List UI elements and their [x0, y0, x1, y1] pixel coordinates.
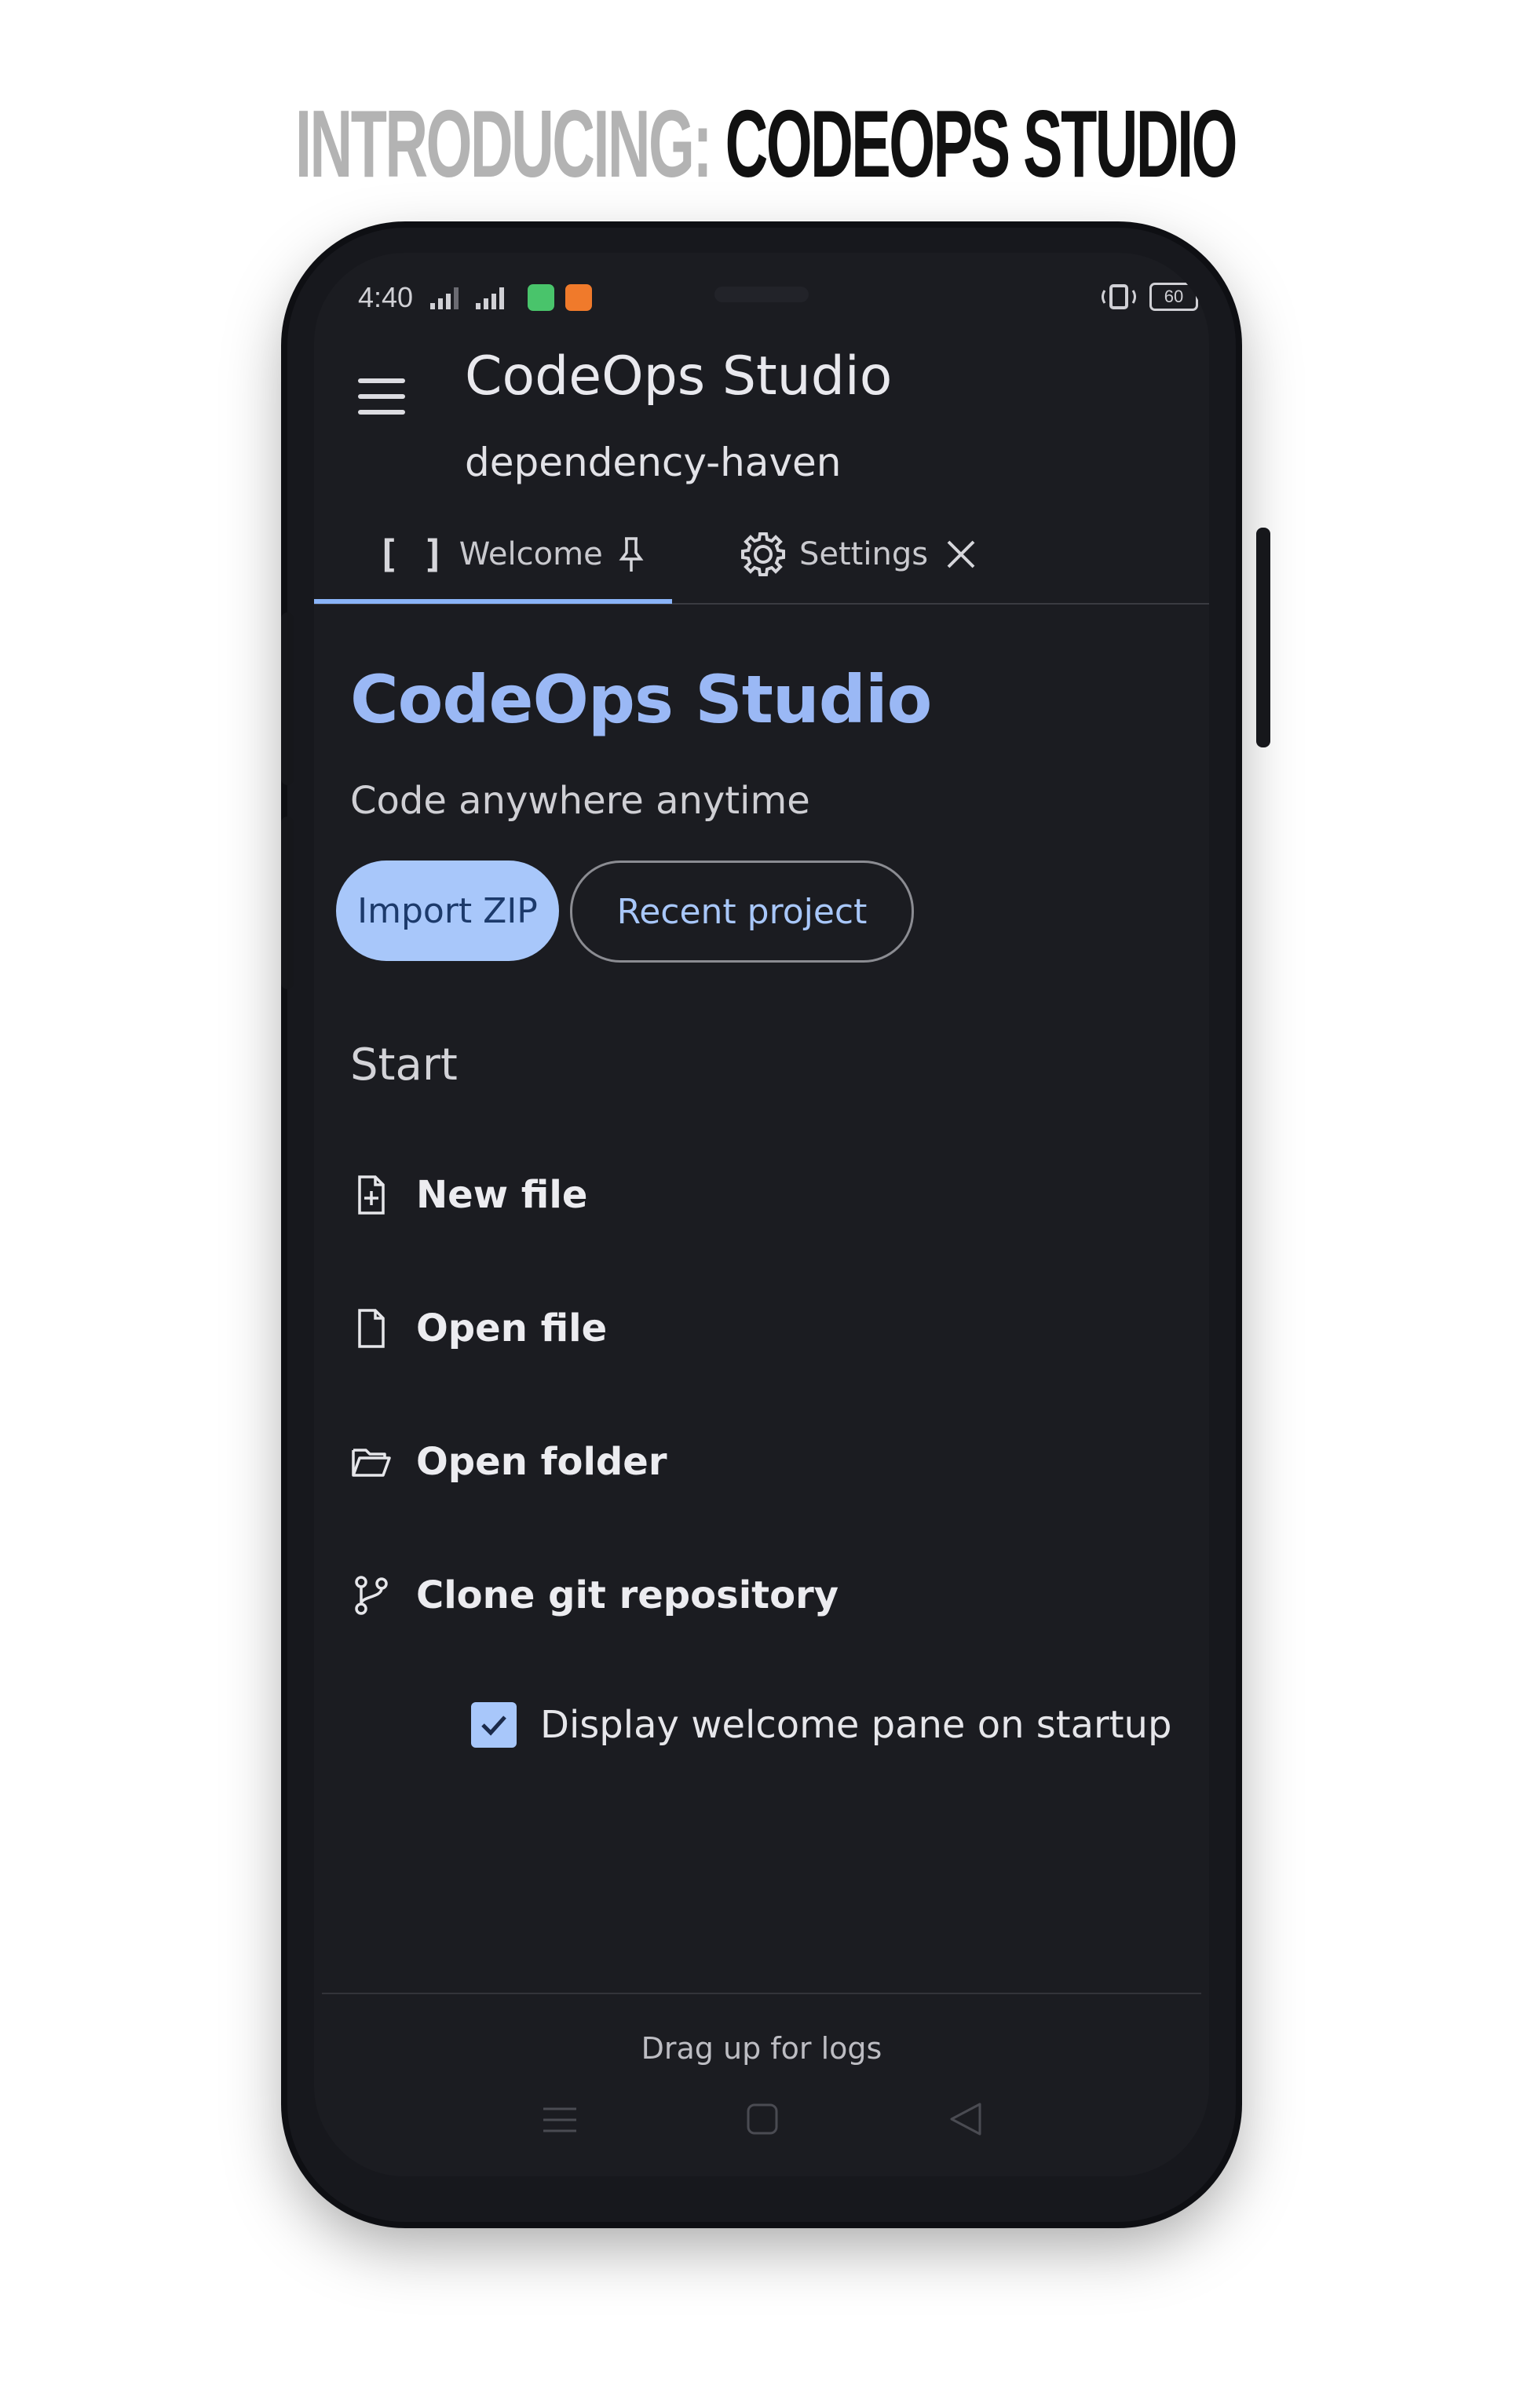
tab-welcome[interactable]: [ ] Welcome	[377, 532, 645, 576]
logs-divider	[322, 1993, 1201, 1994]
back-icon[interactable]	[948, 2101, 983, 2137]
brackets-icon: [ ]	[377, 532, 445, 576]
recent-apps-icon[interactable]	[542, 2104, 578, 2136]
volume-up-button	[281, 612, 294, 785]
close-icon[interactable]	[944, 537, 978, 572]
app-title: CodeOps Studio	[465, 345, 893, 407]
project-name: dependency-haven	[465, 440, 842, 485]
open-file-action[interactable]: Open file	[350, 1297, 607, 1360]
start-section-title: Start	[350, 1040, 458, 1091]
clone-git-label: Clone git repository	[416, 1573, 839, 1617]
checkmark-icon	[481, 1716, 506, 1736]
active-tab-indicator	[314, 599, 672, 604]
status-time: 4:40	[358, 281, 414, 313]
battery-level: 60	[1164, 287, 1184, 306]
file-icon	[358, 1309, 385, 1348]
recorder-app-icon	[565, 284, 592, 311]
volume-down-button	[281, 817, 294, 989]
open-folder-action[interactable]: Open folder	[350, 1431, 667, 1493]
home-icon[interactable]	[746, 2103, 779, 2136]
signal-icon	[430, 287, 504, 309]
vibrate-icon	[1102, 284, 1136, 309]
tab-settings-label: Settings	[799, 536, 929, 572]
tab-welcome-label: Welcome	[459, 536, 603, 572]
pin-icon[interactable]	[617, 535, 645, 573]
power-button	[1256, 528, 1270, 747]
banner-product: CODEOPS STUDIO	[725, 90, 1238, 197]
new-file-label: New file	[416, 1173, 588, 1217]
startup-checkbox-row[interactable]: Display welcome pane on startup	[471, 1702, 1171, 1748]
startup-checkbox[interactable]	[471, 1702, 517, 1748]
file-plus-icon	[358, 1175, 385, 1215]
tab-settings[interactable]: Settings	[738, 529, 978, 579]
phone-screen: 4:40 60 CodeOps Studio dependency-haven …	[314, 253, 1209, 2176]
logs-drag-handle[interactable]: Drag up for logs	[314, 2031, 1209, 2066]
front-camera	[714, 287, 809, 302]
promo-banner: INTRODUCING: CODEOPS STUDIO	[291, 93, 1241, 195]
gear-icon	[741, 532, 785, 576]
menu-icon[interactable]	[358, 378, 408, 418]
import-zip-button[interactable]: Import ZIP	[336, 861, 559, 961]
folder-open-icon	[352, 1449, 391, 1477]
recent-project-button[interactable]: Recent project	[570, 861, 914, 963]
welcome-heading: CodeOps Studio	[350, 661, 932, 738]
welcome-tagline: Code anywhere anytime	[350, 779, 810, 823]
git-branch-icon	[355, 1576, 388, 1615]
banner-prefix: INTRODUCING:	[295, 90, 713, 197]
new-file-action[interactable]: New file	[350, 1164, 587, 1226]
battery-icon: 60	[1149, 283, 1198, 311]
clone-git-action[interactable]: Clone git repository	[350, 1564, 839, 1627]
open-file-label: Open file	[416, 1306, 608, 1350]
startup-checkbox-label: Display welcome pane on startup	[540, 1703, 1172, 1747]
open-folder-label: Open folder	[416, 1440, 667, 1484]
notification-app-icon	[528, 284, 554, 311]
